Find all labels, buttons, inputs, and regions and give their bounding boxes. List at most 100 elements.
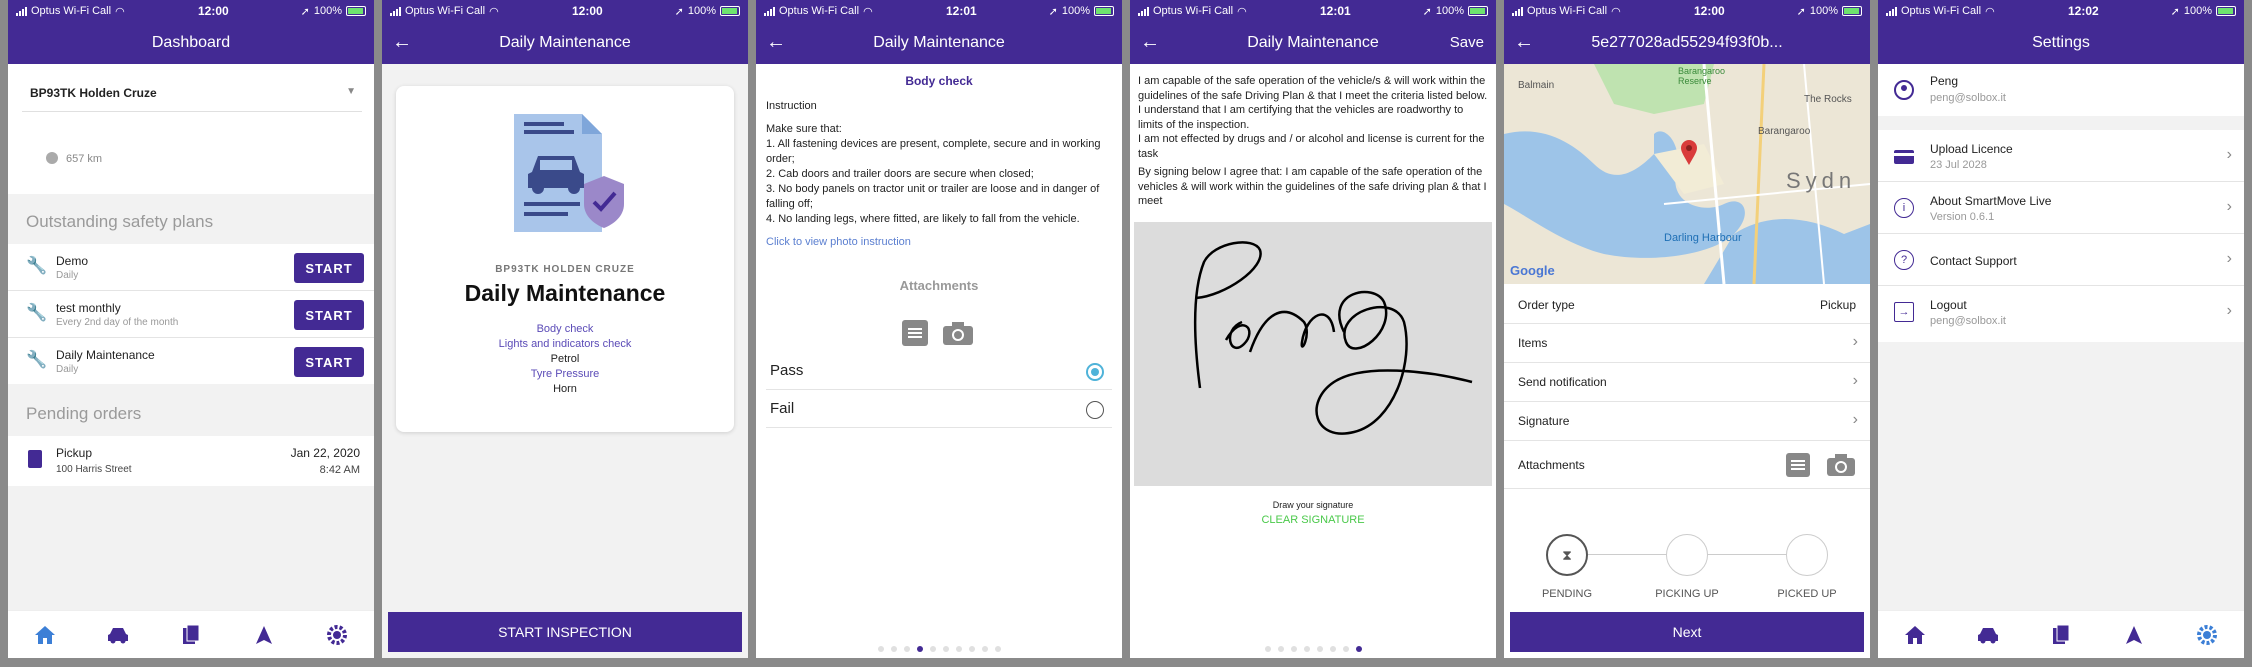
battery-icon — [1468, 6, 1488, 16]
battery-label: 100% — [1061, 5, 1090, 17]
about-item[interactable]: i About SmartMove Live Version 0.6.1 › — [1878, 182, 2244, 234]
navigation-icon[interactable] — [2119, 620, 2149, 650]
check-item: Horn — [553, 383, 577, 395]
car-icon[interactable] — [1973, 620, 2003, 650]
instruction-line: 3. No body panels on tractor unit or tra… — [766, 183, 1100, 210]
instruction-line: Make sure that: — [766, 123, 842, 135]
page-dot — [955, 646, 962, 652]
camera-icon[interactable] — [1826, 453, 1856, 482]
car-icon[interactable] — [103, 620, 133, 650]
signal-icon — [390, 6, 401, 16]
check-list: Body check Lights and indicators check P… — [396, 322, 734, 397]
item-label: About SmartMove Live — [1930, 194, 2052, 208]
page-dot — [942, 646, 949, 652]
tab-bar — [8, 610, 374, 658]
radio-selected[interactable] — [1086, 363, 1104, 381]
app-bar: ← 5e277028ad55294f93f0b... — [1504, 22, 1870, 64]
check-heading: Body check — [905, 74, 973, 88]
contact-support-item[interactable]: ? Contact Support › — [1878, 234, 2244, 286]
signal-icon — [1886, 6, 1897, 16]
wifi-icon: ◠ — [1237, 5, 1247, 18]
attachments-row: Attachments — [1504, 441, 1870, 489]
gear-icon[interactable] — [2192, 620, 2222, 650]
page-title: Daily Maintenance — [873, 34, 1005, 51]
vehicle-label: BP93TK HOLDEN CRUZE — [495, 264, 635, 275]
signal-icon — [1138, 6, 1149, 16]
home-icon[interactable] — [1900, 620, 1930, 650]
upload-licence-item[interactable]: Upload Licence 23 Jul 2028 › — [1878, 130, 2244, 182]
order-type: Pickup — [56, 446, 93, 460]
plan-frequency: Daily — [56, 270, 79, 281]
carrier-label: Optus Wi-Fi Call — [31, 5, 112, 17]
chevron-down-icon: ▼ — [346, 86, 356, 97]
inspection-card: BP93TK HOLDEN CRUZE Daily Maintenance Bo… — [396, 86, 734, 432]
save-button[interactable]: Save — [1450, 34, 1484, 51]
back-arrow-icon[interactable]: ← — [1140, 31, 1160, 53]
plan-name: Daily Maintenance — [56, 348, 155, 362]
map-label-balmain: Balmain — [1518, 80, 1555, 91]
items-row[interactable]: Items › — [1504, 324, 1870, 363]
logout-item[interactable]: → Logout peng@solbox.it › — [1878, 286, 2244, 338]
declaration-para: I am not effected by drugs and / or alco… — [1138, 133, 1485, 160]
documents-icon[interactable] — [176, 620, 206, 650]
send-notification-row[interactable]: Send notification › — [1504, 363, 1870, 402]
location-icon: ➚ — [2170, 5, 2180, 18]
next-button[interactable]: Next — [1510, 612, 1864, 652]
note-icon[interactable] — [1786, 453, 1810, 477]
instruction-label: Instruction — [766, 100, 817, 112]
page-dot — [1342, 646, 1349, 652]
pending-order-item[interactable]: Pickup 100 Harris Street Jan 22, 2020 8:… — [8, 436, 374, 486]
back-arrow-icon[interactable]: ← — [392, 31, 412, 53]
status-time: 12:01 — [945, 4, 977, 18]
radio-unselected[interactable] — [1086, 401, 1104, 419]
back-arrow-icon[interactable]: ← — [766, 31, 786, 53]
chevron-right-icon: › — [1852, 333, 1858, 350]
gear-icon[interactable] — [322, 620, 352, 650]
location-icon: ➚ — [300, 5, 310, 18]
signature-pad[interactable] — [1134, 222, 1492, 486]
vehicle-select[interactable]: BP93TK Holden Cruze ▼ — [22, 76, 362, 112]
wrench-icon: 🔧 — [26, 350, 48, 369]
option-fail[interactable]: Fail — [766, 390, 1112, 428]
app-bar: ← Daily Maintenance Save — [1130, 22, 1496, 64]
wifi-icon: ◠ — [1985, 5, 1995, 18]
start-button[interactable]: START — [294, 300, 364, 330]
wifi-icon: ◠ — [863, 5, 873, 18]
documents-icon[interactable] — [2046, 620, 2076, 650]
status-bar: Optus Wi-Fi Call ◠ 12:02 ➚ 100% — [1878, 0, 2244, 22]
page-dot — [1264, 646, 1271, 652]
note-icon[interactable] — [902, 320, 928, 346]
order-date: Jan 22, 2020 — [290, 446, 360, 460]
item-sub: Version 0.6.1 — [1930, 211, 1995, 223]
start-button[interactable]: START — [294, 253, 364, 283]
navigation-icon[interactable] — [249, 620, 279, 650]
battery-label: 100% — [2183, 5, 2212, 17]
signature-row[interactable]: Signature › — [1504, 402, 1870, 441]
body-check-screen: Optus Wi-Fi Call ◠ 12:01 ➚ 100% ← Daily Ma… — [756, 0, 1122, 658]
battery-label: 100% — [1435, 5, 1464, 17]
safety-plans-heading: Outstanding safety plans — [26, 212, 214, 231]
carrier-label: Optus Wi-Fi Call — [405, 5, 486, 17]
row-label: Send notification — [1518, 375, 1607, 389]
order-type-row: Order type Pickup — [1504, 286, 1870, 324]
back-arrow-icon[interactable]: ← — [1514, 31, 1534, 53]
wrench-icon: 🔧 — [26, 256, 48, 275]
home-icon[interactable] — [30, 620, 60, 650]
plan-name: test monthly — [56, 301, 121, 315]
photo-instruction-link[interactable]: Click to view photo instruction — [766, 236, 911, 248]
camera-icon[interactable] — [942, 320, 974, 351]
start-button[interactable]: START — [294, 347, 364, 377]
instruction-text: Make sure that: 1. All fastening devices… — [766, 122, 1112, 227]
settings-list: Upload Licence 23 Jul 2028 › i About Sma… — [1878, 130, 2244, 342]
signal-icon — [1512, 6, 1523, 16]
item-label: Upload Licence — [1930, 142, 2013, 156]
clear-signature-button[interactable]: CLEAR SIGNATURE — [1130, 514, 1496, 526]
order-type-label: Order type — [1518, 298, 1575, 312]
page-dot — [877, 646, 884, 652]
page-dot-active — [916, 646, 923, 652]
page-title: 5e277028ad55294f93f0b... — [1591, 34, 1783, 51]
option-pass[interactable]: Pass — [766, 352, 1112, 390]
start-inspection-button[interactable]: START INSPECTION — [388, 612, 742, 652]
map-view[interactable]: Balmain Barangaroo Reserve The Rocks Bar… — [1504, 64, 1870, 284]
status-time: 12:02 — [2067, 4, 2099, 18]
